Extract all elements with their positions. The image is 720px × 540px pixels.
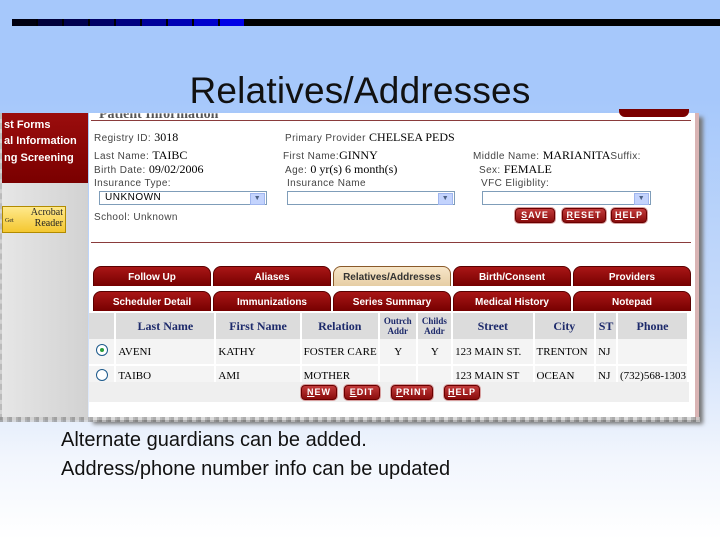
accent-bar-segment	[220, 19, 246, 26]
col-select	[89, 313, 117, 339]
col-last-name: Last Name	[115, 313, 217, 339]
tab-series-summary[interactable]: Series Summary	[333, 291, 451, 311]
tab-notepad[interactable]: Notepad	[573, 291, 691, 311]
acrobat-get-label: Get	[5, 218, 14, 224]
provider-value: CHELSEA PEDS	[369, 130, 455, 144]
col-street: Street	[452, 313, 535, 339]
col-relation: Relation	[300, 313, 380, 339]
divider	[91, 242, 691, 243]
last-name-label: Last Name: TAIBC	[94, 148, 188, 162]
age-value: 0 yr(s) 6 month(s)	[310, 162, 398, 176]
insurance-name-label: Insurance Name	[287, 178, 366, 189]
provider-label: Primary Provider CHELSEA PEDS	[285, 130, 455, 144]
cell-phone	[617, 339, 689, 366]
header-button-edge	[619, 109, 689, 117]
accent-bar-segment	[116, 19, 142, 26]
chevron-down-icon[interactable]: ▼	[250, 193, 265, 205]
caption-line-1: Alternate guardians can be added.	[61, 429, 367, 451]
last-name-value: TAIBC	[152, 148, 188, 162]
cell-first-name: KATHY	[215, 339, 302, 366]
help-button[interactable]: HELP	[444, 385, 480, 400]
accent-bar-segment	[142, 19, 168, 26]
tab-aliases[interactable]: Aliases	[213, 266, 331, 286]
nav-menu: st Forms al Information ng Screening	[2, 113, 88, 183]
cell-childs-addr: Y	[416, 339, 454, 366]
cell-outreach-addr: Y	[378, 339, 418, 366]
birth-date-value: 09/02/2006	[148, 162, 204, 176]
edit-button[interactable]: EDIT	[344, 385, 380, 400]
col-first-name: First Name	[215, 313, 302, 339]
first-name-label: First Name:GINNY	[283, 148, 378, 162]
col-phone: Phone	[617, 313, 689, 339]
school-label: School: Unknown	[94, 212, 178, 223]
sex-value: FEMALE	[503, 162, 552, 176]
tab-medical-history[interactable]: Medical History	[453, 291, 571, 311]
save-button[interactable]: SAVE	[515, 208, 555, 223]
birth-date-label: Birth Date: 09/02/2006	[94, 162, 204, 176]
col-city: City	[533, 313, 597, 339]
nav-item-forms[interactable]: st Forms	[4, 119, 50, 131]
col-childs-addr: Childs Addr	[416, 313, 454, 339]
slide-title: Relatives/Addresses	[189, 70, 531, 111]
cell-relation: FOSTER CARE	[300, 339, 380, 366]
reset-button[interactable]: RESET	[562, 208, 606, 223]
table-header-row: Last Name First Name Relation Outrch Add…	[89, 313, 689, 339]
registry-label: Registry ID: 3018	[94, 130, 179, 144]
row-select-radio[interactable]	[96, 368, 109, 381]
insurance-name-select[interactable]: ▼	[287, 191, 455, 205]
tab-scheduler-detail[interactable]: Scheduler Detail	[93, 291, 211, 311]
col-state: ST	[595, 313, 618, 339]
accent-bar-segment	[168, 19, 194, 26]
registry-value: 3018	[154, 130, 179, 144]
nav-item-screening[interactable]: ng Screening	[4, 152, 74, 164]
tab-birth-consent[interactable]: Birth/Consent	[453, 266, 571, 286]
vfc-eligibility-select[interactable]: ▼	[482, 191, 651, 205]
tab-relatives-addresses[interactable]: Relatives/Addresses	[333, 266, 451, 286]
caption-line-2: Address/phone number info can be updated	[61, 458, 451, 480]
tab-follow-up[interactable]: Follow Up	[93, 266, 211, 286]
accent-bar-segment	[64, 19, 90, 26]
left-navigation: st Forms al Information ng Screening Get…	[0, 113, 88, 420]
chevron-down-icon[interactable]: ▼	[438, 193, 453, 205]
cell-last-name: AVENI	[115, 339, 217, 366]
vfc-label: VFC Eligiblity:	[481, 178, 550, 189]
age-label: Age: 0 yr(s) 6 month(s)	[285, 162, 398, 176]
tab-immunizations[interactable]: Immunizations	[213, 291, 331, 311]
accent-bar-segment	[38, 19, 64, 26]
get-acrobat-reader-button[interactable]: Get Acrobat Reader	[2, 206, 66, 233]
accent-bar-segment	[12, 19, 38, 26]
tab-providers[interactable]: Providers	[573, 266, 691, 286]
table-actions: NEW EDIT PRINT HELP	[89, 382, 689, 402]
insurance-type-label: Insurance Type:	[94, 178, 171, 189]
insurance-type-selected: UNKNOWN	[105, 192, 162, 203]
title-accent-bar	[12, 19, 720, 26]
insurance-type-select[interactable]: UNKNOWN ▼	[99, 191, 267, 205]
accent-bar-segment	[90, 19, 116, 26]
school-value: Unknown	[133, 212, 178, 223]
sex-label: Sex: FEMALE	[479, 162, 552, 176]
relatives-table: Last Name First Name Relation Outrch Add…	[89, 313, 689, 388]
first-name-value: GINNY	[339, 148, 378, 162]
app-screenshot: st Forms al Information ng Screening Get…	[0, 109, 710, 425]
print-button[interactable]: PRINT	[391, 385, 433, 400]
torn-edge	[0, 417, 700, 422]
middle-name-label: Middle Name: MARIANITASuffix:	[473, 148, 641, 162]
row-select-radio[interactable]	[96, 344, 109, 356]
cell-street: 123 MAIN ST.	[452, 339, 535, 366]
help-button[interactable]: HELP	[611, 208, 647, 223]
accent-bar-segment	[194, 19, 220, 26]
col-outreach-addr: Outrch Addr	[378, 313, 418, 339]
patient-panel: Patient Information Registry ID: 3018 Pr…	[89, 109, 699, 420]
divider	[91, 120, 691, 121]
suffix-label: Suffix:	[610, 151, 641, 162]
chevron-down-icon[interactable]: ▼	[634, 193, 649, 205]
table-row[interactable]: AVENI KATHY FOSTER CARE Y Y 123 MAIN ST.…	[89, 339, 689, 366]
cell-city: TRENTON	[533, 339, 597, 366]
new-button[interactable]: NEW	[301, 385, 337, 400]
nav-item-general-information[interactable]: al Information	[4, 135, 77, 147]
cell-state: NJ	[595, 339, 618, 366]
middle-name-value: MARIANITA	[542, 148, 611, 162]
